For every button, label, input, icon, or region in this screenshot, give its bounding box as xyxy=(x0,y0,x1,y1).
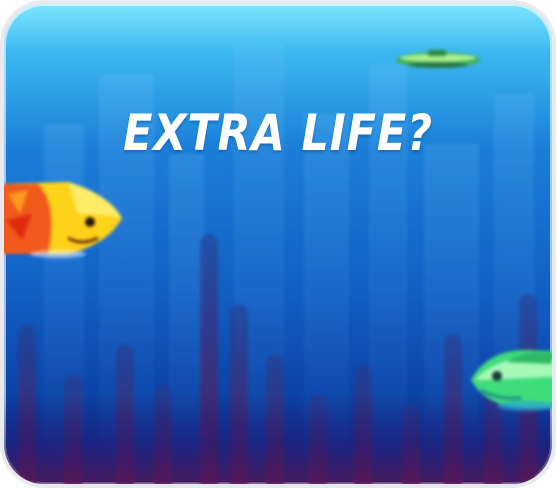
extra-life-title: EXTRA LIFE? xyxy=(123,104,433,162)
game-frame: EXTRA LIFE? xyxy=(0,0,556,488)
underwater-background xyxy=(4,4,552,484)
yellow-fish-icon xyxy=(4,182,122,258)
submarine-icon xyxy=(396,50,480,68)
green-fish-icon xyxy=(471,350,552,411)
